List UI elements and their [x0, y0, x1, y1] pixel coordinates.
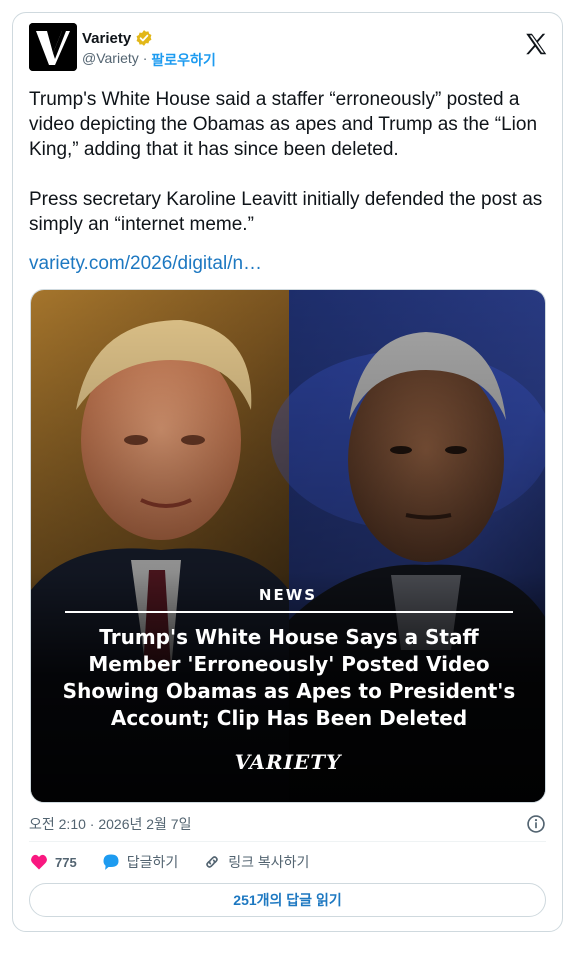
link-icon	[202, 852, 222, 872]
divider	[29, 841, 546, 842]
tweet-header: Variety @Variety · 팔로우하기	[29, 23, 549, 75]
tweet-card: Variety @Variety · 팔로우하기 Trump's White H…	[12, 12, 563, 932]
like-button[interactable]: 775	[29, 852, 77, 872]
reply-label: 답글하기	[126, 854, 179, 870]
verified-badge-icon	[135, 29, 153, 47]
account-info: Variety @Variety · 팔로우하기	[82, 29, 216, 70]
follow-button[interactable]: 팔로우하기	[151, 50, 215, 70]
reply-icon	[101, 852, 121, 872]
like-count: 775	[55, 854, 77, 870]
tweet-link[interactable]: variety.com/2026/digital/n…	[29, 253, 262, 275]
copy-link-button[interactable]: 링크 복사하기	[202, 852, 309, 872]
timestamp-row: 오전 2:10 · 2026년 2월 7일	[29, 813, 546, 835]
handle[interactable]: @Variety	[82, 50, 139, 70]
tweet-text: Trump's White House said a staffer “erro…	[29, 89, 543, 235]
news-tag: NEWS	[258, 586, 318, 604]
read-replies-button[interactable]: 251개의 답글 읽기	[29, 883, 546, 917]
action-bar: 775 답글하기 링크 복사하기	[29, 851, 333, 873]
variety-logo-icon	[29, 23, 77, 71]
copy-link-label: 링크 복사하기	[228, 854, 310, 870]
separator: ·	[142, 50, 148, 66]
timestamp[interactable]: 오전 2:10 · 2026년 2월 7일	[29, 816, 191, 832]
reply-button[interactable]: 답글하기	[101, 852, 179, 872]
heart-icon	[29, 852, 49, 872]
info-icon[interactable]	[526, 814, 546, 839]
display-name[interactable]: Variety	[82, 30, 131, 47]
x-logo-icon[interactable]	[523, 31, 549, 57]
brand-wordmark: VARIETY	[234, 750, 342, 774]
article-card-image[interactable]: NEWS Trump's White House Says a Staff Me…	[30, 289, 546, 803]
avatar[interactable]	[29, 23, 77, 71]
article-headline: Trump's White House Says a Staff Member …	[62, 625, 516, 730]
